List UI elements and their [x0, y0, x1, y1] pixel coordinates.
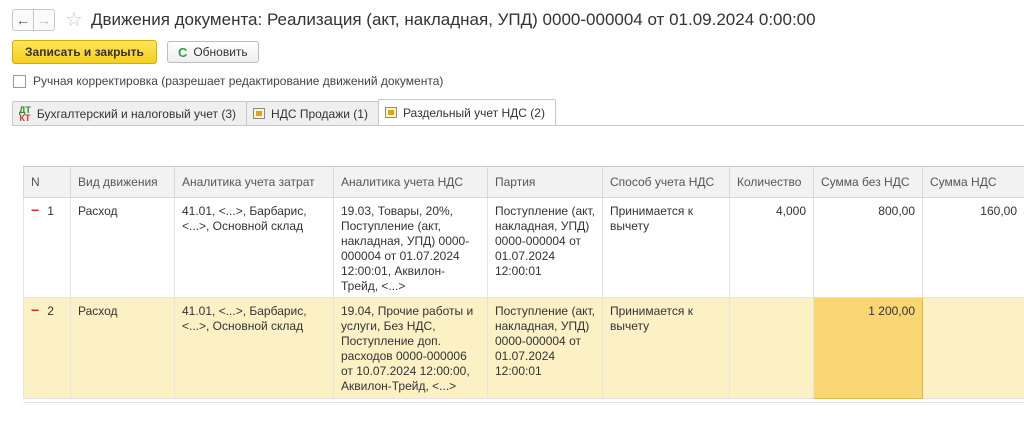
manual-correction-checkbox[interactable]: [13, 74, 26, 88]
page-title: Движения документа: Реализация (акт, нак…: [90, 10, 816, 29]
tab-divider: [12, 125, 1024, 126]
table-row[interactable]: −2 Расход 41.01, <...>, Барбарис, <...>,…: [23, 297, 1024, 399]
cell-n[interactable]: −1: [23, 197, 71, 298]
cell-n[interactable]: −2: [23, 297, 71, 399]
cell-vat-analytics[interactable]: 19.03, Товары, 20%, Поступление (акт, на…: [333, 197, 488, 298]
cell-amount[interactable]: 800,00: [813, 197, 923, 298]
column-header-quantity[interactable]: Количество: [729, 166, 814, 198]
column-header-vat-method[interactable]: Способ учета НДС: [602, 166, 730, 198]
cell-batch[interactable]: Поступление (акт, накладная, УПД) 0000-0…: [487, 297, 603, 399]
refresh-button-label: Обновить: [193, 45, 248, 59]
cell-vat-method[interactable]: Принимается к вычету: [602, 197, 730, 298]
tab-bar: ДТ КТ Бухгалтерский и налоговый учет (3) …: [12, 99, 556, 125]
table-row[interactable]: −1 Расход 41.01, <...>, Барбарис, <...>,…: [23, 197, 1024, 298]
favorite-star-icon[interactable]: ☆: [65, 10, 83, 30]
expense-marker-icon: −: [31, 302, 40, 318]
forward-arrow-icon[interactable]: →: [33, 10, 54, 30]
column-header-n[interactable]: N: [23, 166, 71, 198]
table-header-row: N Вид движения Аналитика учета затрат Ан…: [23, 166, 1024, 198]
refresh-button[interactable]: C Обновить: [166, 41, 259, 63]
cell-vat-amount[interactable]: [922, 297, 1024, 399]
row-number: 1: [47, 204, 54, 218]
register-icon: [384, 107, 397, 118]
cell-movement[interactable]: Расход: [70, 197, 175, 298]
table-bottom-border: [23, 402, 1024, 403]
row-number: 2: [47, 304, 54, 318]
expense-marker-icon: −: [31, 202, 40, 218]
navigation-buttons: ← →: [12, 9, 55, 31]
register-icon: [253, 108, 266, 119]
tab-accounting-label: Бухгалтерский и налоговый учет (3): [36, 106, 237, 121]
cell-vat-method[interactable]: Принимается к вычету: [602, 297, 730, 399]
tab-separate-vat[interactable]: Раздельный учет НДС (2): [377, 99, 556, 125]
command-bar: Записать и закрыть C Обновить: [12, 40, 259, 64]
column-header-movement[interactable]: Вид движения: [70, 166, 175, 198]
save-and-close-button[interactable]: Записать и закрыть: [12, 40, 157, 64]
cell-amount-selected[interactable]: 1 200,00: [813, 297, 923, 399]
tab-accounting[interactable]: ДТ КТ Бухгалтерский и налоговый учет (3): [12, 101, 248, 125]
cell-vat-amount[interactable]: 160,00: [922, 197, 1024, 298]
cell-quantity[interactable]: [729, 297, 814, 399]
cell-cost-analytics[interactable]: 41.01, <...>, Барбарис, <...>, Основной …: [174, 297, 334, 399]
back-arrow-icon[interactable]: ←: [13, 10, 33, 30]
cell-cost-analytics[interactable]: 41.01, <...>, Барбарис, <...>, Основной …: [174, 197, 334, 298]
title-bar: ← → ☆ Движения документа: Реализация (ак…: [12, 8, 816, 32]
cell-movement[interactable]: Расход: [70, 297, 175, 399]
tab-vat-sales[interactable]: НДС Продажи (1): [246, 101, 379, 125]
column-header-vat-analytics[interactable]: Аналитика учета НДС: [333, 166, 488, 198]
manual-correction-row[interactable]: Ручная корректировка (разрешает редактир…: [13, 74, 443, 88]
cell-quantity[interactable]: 4,000: [729, 197, 814, 298]
cell-batch[interactable]: Поступление (акт, накладная, УПД) 0000-0…: [487, 197, 603, 298]
dt-kt-icon: ДТ КТ: [19, 104, 31, 123]
column-header-cost-analytics[interactable]: Аналитика учета затрат: [174, 166, 334, 198]
column-header-batch[interactable]: Партия: [487, 166, 603, 198]
cell-vat-analytics[interactable]: 19.04, Прочие работы и услуги, Без НДС, …: [333, 297, 488, 399]
tab-separate-vat-label: Раздельный учет НДС (2): [402, 105, 545, 120]
movements-table: N Вид движения Аналитика учета затрат Ан…: [23, 166, 1024, 399]
manual-correction-label: Ручная корректировка (разрешает редактир…: [33, 74, 444, 88]
column-header-amount[interactable]: Сумма без НДС: [813, 166, 923, 198]
column-header-vat-amount[interactable]: Сумма НДС: [922, 166, 1024, 198]
refresh-icon: C: [177, 44, 188, 60]
tab-vat-sales-label: НДС Продажи (1): [271, 106, 368, 121]
